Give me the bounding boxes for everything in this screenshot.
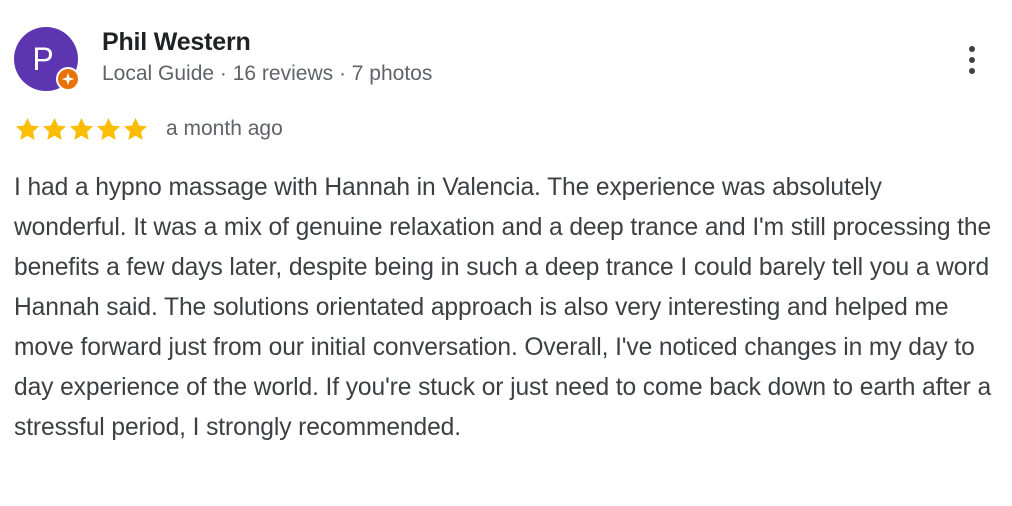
reviewer-meta[interactable]: Local Guide · 16 reviews · 7 photos <box>102 62 432 86</box>
review-card: P Phil Western Local Guide · 16 reviews … <box>0 0 1012 506</box>
more-options-button[interactable] <box>956 38 988 82</box>
more-vertical-icon <box>969 46 975 52</box>
review-time: a month ago <box>166 117 283 140</box>
reviewer-name[interactable]: Phil Western <box>102 28 251 57</box>
star-icon <box>69 117 94 140</box>
more-vertical-icon <box>969 57 975 63</box>
local-guide-badge-icon <box>56 67 80 91</box>
star-icon <box>123 117 148 140</box>
more-vertical-icon <box>969 68 975 74</box>
star-icon <box>96 117 121 140</box>
avatar[interactable]: P <box>14 27 80 91</box>
review-text: I had a hypno massage with Hannah in Val… <box>14 174 992 441</box>
avatar-initial: P <box>32 41 54 77</box>
star-rating <box>14 114 149 144</box>
star-icon <box>15 117 40 140</box>
star-icon <box>42 117 67 140</box>
